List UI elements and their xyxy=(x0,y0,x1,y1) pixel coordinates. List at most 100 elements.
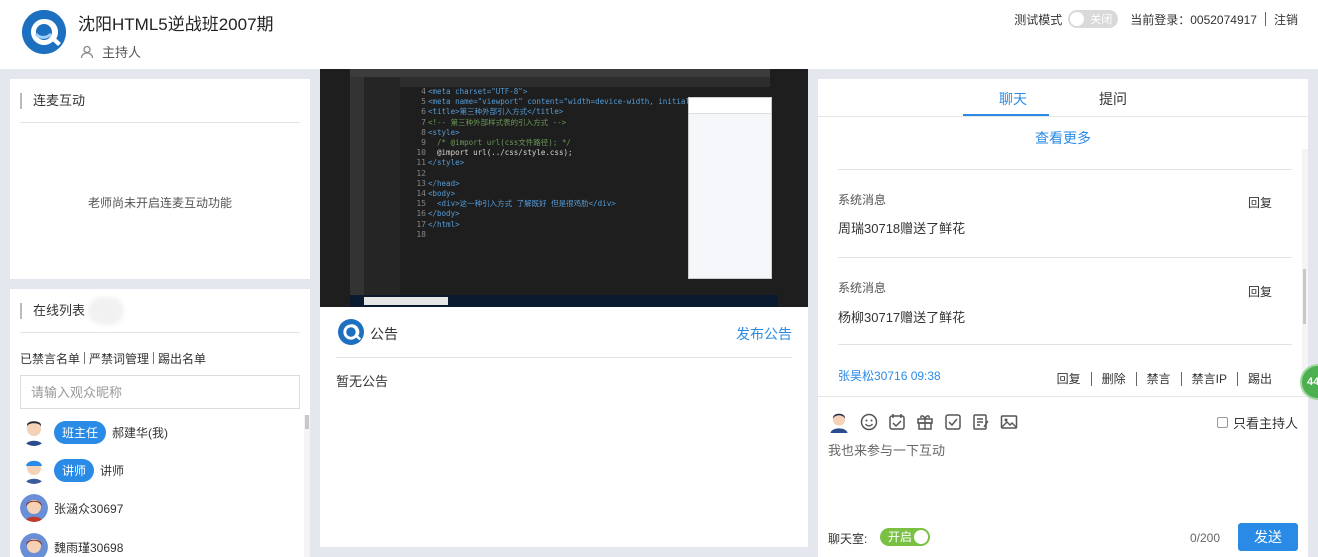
code-line: <title>第三种外部引入方式</title> xyxy=(428,107,564,117)
view-more-link[interactable]: 查看更多 xyxy=(818,128,1308,148)
scrollbar[interactable] xyxy=(304,415,310,557)
live-video[interactable]: 4 5 6 7 8 9 10 11 12 13 14 15 16 17 18 <meta charset="… xyxy=(320,69,808,307)
avatar xyxy=(20,533,48,557)
code-line: /* @import url(css文件路径); */ xyxy=(428,138,571,148)
notice-title: 公告 xyxy=(370,326,398,342)
message-sender: 张昊松30716 09:38 xyxy=(838,369,941,383)
user-row[interactable]: 班主任 郝建华(我) xyxy=(20,418,168,446)
line-number: 7 xyxy=(421,117,426,127)
gift-icon[interactable] xyxy=(916,413,934,431)
line-number: 6 xyxy=(421,107,426,117)
logout-link[interactable]: 注销 xyxy=(1274,11,1298,28)
message-text: 周瑞30718赠送了鲜花 xyxy=(838,221,966,236)
avatar xyxy=(20,494,48,522)
tab-chat-underline xyxy=(963,114,1049,116)
audience-search-input[interactable] xyxy=(20,375,300,409)
input-area-divider xyxy=(818,396,1308,397)
chat-toolbar xyxy=(828,409,1018,435)
code-line: </body> xyxy=(428,209,460,219)
mute-ip-button[interactable]: 禁言IP xyxy=(1192,370,1227,387)
user-name: 讲师 xyxy=(100,463,125,478)
message-sender: 系统消息 xyxy=(838,281,887,295)
image-icon[interactable] xyxy=(1000,413,1018,431)
reply-button[interactable]: 回复 xyxy=(1248,194,1272,211)
line-number: 8 xyxy=(421,127,426,137)
notice-logo-icon xyxy=(338,319,364,345)
test-mode-toggle[interactable]: 关闭 xyxy=(1068,10,1119,28)
checkbox-box[interactable] xyxy=(1216,417,1228,428)
code-line: @import url(../css/style.css); xyxy=(428,148,573,158)
interact-panel: 连麦互动 老师尚未开启连麦互动功能 xyxy=(10,79,310,279)
chat-input[interactable]: 我也来参与一下互动 xyxy=(828,440,1298,510)
send-button[interactable]: 发送 xyxy=(1238,523,1298,551)
divider xyxy=(1090,371,1092,386)
code-line: <div>这一种引入方式 了解既好 但是很鸡肋</div> xyxy=(428,199,616,209)
banned-words-link[interactable]: 严禁词管理 xyxy=(89,352,149,366)
divider xyxy=(153,352,155,364)
divider xyxy=(336,357,792,358)
vote-icon[interactable] xyxy=(944,413,962,431)
checkin-icon[interactable] xyxy=(888,413,906,431)
reply-button[interactable]: 回复 xyxy=(1057,370,1081,387)
interact-panel-title: 连麦互动 xyxy=(20,93,85,109)
divider xyxy=(20,122,300,123)
taskbar-search xyxy=(364,297,448,305)
delete-button[interactable]: 删除 xyxy=(1102,370,1126,387)
tab-chat[interactable]: 聊天 xyxy=(999,89,1027,109)
line-number: 15 xyxy=(416,199,426,209)
edit-note-icon[interactable] xyxy=(972,413,990,431)
line-number: 9 xyxy=(421,138,426,148)
scrollbar-thumb[interactable] xyxy=(1303,269,1306,324)
moderation-links: 已禁言名单 严禁词管理 踢出名单 xyxy=(20,350,206,367)
user-icon xyxy=(80,45,94,58)
divider xyxy=(838,257,1292,258)
char-counter: 0/200 xyxy=(1190,531,1221,545)
online-list-title: 在线列表 xyxy=(20,303,85,319)
chat-room-toggle[interactable]: 开启 xyxy=(880,528,930,546)
chat-panel: 聊天 提问 查看更多 系统消息 回复 周瑞30718赠送了鲜花 系统消息 回复 … xyxy=(818,79,1308,557)
line-number: 14 xyxy=(416,189,426,199)
user-name: 张涵众30697 xyxy=(54,501,124,516)
code-line: </html> xyxy=(428,219,460,229)
code-line: <meta charset="UTF-8"> xyxy=(428,87,528,96)
line-number: 4 xyxy=(421,87,426,96)
reply-button[interactable]: 回复 xyxy=(1248,283,1272,300)
user-row[interactable]: 讲师 讲师 xyxy=(20,456,124,484)
app-logo xyxy=(22,10,66,54)
only-host-checkbox[interactable]: 只看主持人 xyxy=(1216,413,1298,432)
tab-question[interactable]: 提问 xyxy=(1099,89,1127,109)
message-sender: 系统消息 xyxy=(838,193,887,207)
muted-list-link[interactable]: 已禁言名单 xyxy=(20,352,80,366)
line-number: 11 xyxy=(416,158,426,168)
scrollbar-thumb[interactable] xyxy=(305,415,309,429)
login-info: 当前登录：0052074917 xyxy=(1130,12,1257,27)
online-list-panel: 在线列表 已禁言名单严禁词管理踢出名单 班主任 郝建华(我) 讲师 讲师 张涵众… xyxy=(10,289,310,557)
line-number: 16 xyxy=(416,209,426,219)
chat-tabs: 聊天 提问 xyxy=(818,79,1308,117)
user-row[interactable]: 魏雨瑾30698 xyxy=(20,533,123,557)
publish-notice-link[interactable]: 发布公告 xyxy=(736,324,792,344)
code-line: <body> xyxy=(428,189,456,199)
notice-content: 暂无公告 xyxy=(336,374,389,389)
divider xyxy=(1236,371,1238,386)
line-number: 12 xyxy=(416,168,426,178)
toggle-knob xyxy=(1070,12,1085,26)
avatar xyxy=(20,418,48,446)
kicked-list-link[interactable]: 踢出名单 xyxy=(158,352,206,366)
line-number: 5 xyxy=(421,97,426,107)
line-number: 13 xyxy=(416,178,426,188)
header-controls: 测试模式 关闭 当前登录：0052074917 注销 xyxy=(1014,10,1298,28)
divider xyxy=(1264,12,1266,26)
chat-window-header xyxy=(689,98,771,114)
kick-button[interactable]: 踢出 xyxy=(1248,370,1272,387)
user-row[interactable]: 张涵众30697 xyxy=(20,494,123,522)
online-count-blur xyxy=(88,297,124,325)
emoji-icon[interactable] xyxy=(860,413,878,431)
avatar-icon[interactable] xyxy=(828,409,850,435)
editor-tabs xyxy=(400,77,770,87)
role-text: 主持人 xyxy=(102,45,142,60)
mute-button[interactable]: 禁言 xyxy=(1147,370,1171,387)
chat-scrollbar[interactable] xyxy=(1302,149,1308,395)
